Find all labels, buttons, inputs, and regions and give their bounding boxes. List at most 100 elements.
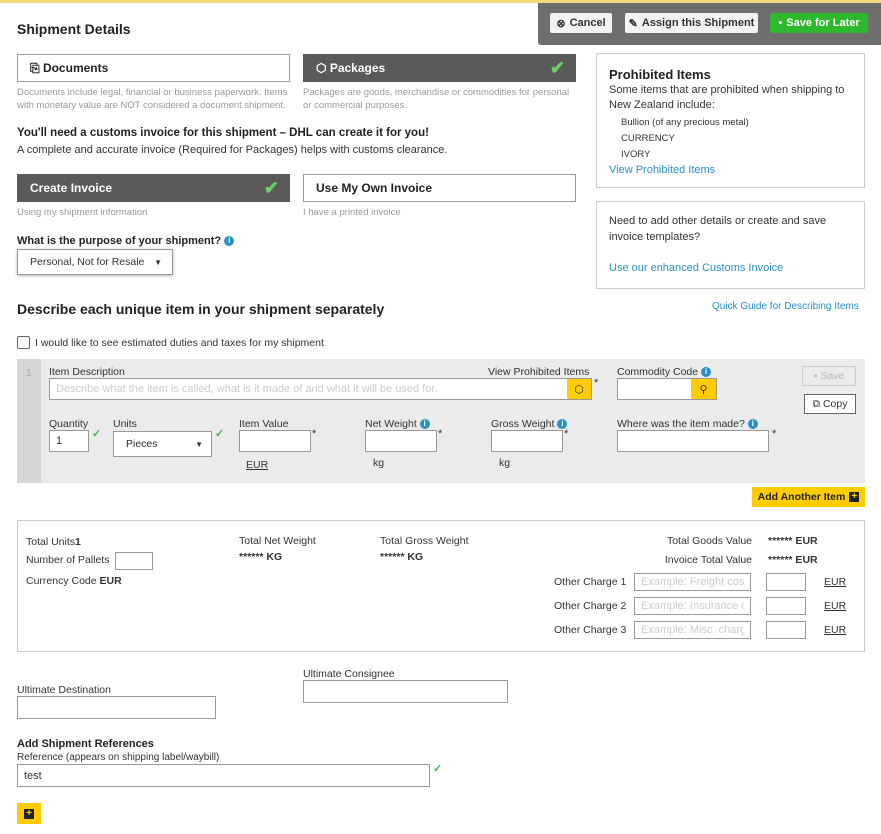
net-weight-label: Net Weight i: [365, 418, 430, 430]
reference-input[interactable]: [17, 764, 430, 787]
view-prohibited-link[interactable]: View Prohibited Items: [488, 366, 589, 378]
gross-weight-input[interactable]: [491, 430, 563, 452]
caret-down-icon: ▼: [154, 257, 162, 267]
other-charge-amount-input[interactable]: [766, 621, 806, 639]
currency-link[interactable]: EUR: [246, 459, 268, 471]
documents-icon: ⎘: [30, 60, 43, 75]
caret-down-icon: ▼: [195, 439, 203, 449]
duties-checkbox[interactable]: [17, 336, 30, 349]
total-gross-value: ****** KG: [380, 551, 424, 563]
purpose-label: What is the purpose of your shipment? i: [17, 235, 235, 247]
save-item-button[interactable]: ▪ Save: [802, 366, 856, 386]
currency-link[interactable]: EUR: [824, 576, 846, 588]
info-icon[interactable]: i: [701, 367, 712, 378]
templates-panel: Need to add other details or create and …: [596, 201, 865, 289]
add-another-item-button[interactable]: Add Another Item +: [752, 487, 865, 507]
net-weight-input[interactable]: [365, 430, 437, 452]
plus-icon: +: [24, 808, 34, 819]
total-units-value: 1: [75, 536, 81, 548]
currency-link[interactable]: EUR: [824, 624, 846, 636]
other-charge-description-input[interactable]: [634, 621, 751, 639]
origin-input[interactable]: [617, 430, 769, 452]
info-icon[interactable]: i: [747, 419, 758, 430]
other-charge-description-input[interactable]: [634, 597, 751, 615]
item-value-label: Item Value: [239, 418, 289, 430]
prohibited-title: Prohibited Items: [609, 67, 711, 82]
items-heading: Describe each unique item in your shipme…: [17, 301, 385, 317]
units-select[interactable]: Pieces ▼: [113, 431, 212, 457]
create-invoice-note: Using my shipment information: [17, 207, 148, 218]
copy-item-button[interactable]: ⧉ Copy: [804, 394, 856, 414]
gross-weight-label: Gross Weight i: [491, 418, 568, 430]
save-icon: ▪: [778, 17, 783, 29]
invoice-total-label: Invoice Total Value: [664, 554, 752, 566]
edit-icon: ✎: [628, 17, 638, 30]
item-description-input[interactable]: [49, 378, 592, 400]
own-invoice-option[interactable]: Use My Own Invoice: [303, 174, 576, 202]
invoice-total-value: ****** EUR: [768, 554, 818, 566]
purpose-select[interactable]: Personal, Not for Resale ▼: [17, 249, 173, 275]
duties-label: I would like to see estimated duties and…: [35, 337, 324, 349]
packages-option[interactable]: ⬡ Packages ✔: [303, 54, 576, 82]
invoice-heading: You'll need a customs invoice for this s…: [17, 127, 429, 139]
documents-note: Documents include legal, financial or bu…: [17, 87, 288, 111]
create-invoice-option[interactable]: Create Invoice ✔: [17, 174, 290, 202]
action-bar: ⊗ Cancel ✎ Assign this Shipment ▪ Save for …: [538, 3, 881, 45]
quantity-input[interactable]: [49, 430, 89, 452]
check-icon: ✔: [263, 178, 279, 198]
pallets-input[interactable]: [115, 552, 153, 570]
search-icon[interactable]: ⚲: [691, 379, 716, 399]
invoice-subheading: A complete and accurate invoice (Require…: [17, 144, 448, 156]
item-number: 1: [26, 368, 32, 379]
other-charge-label: Other Charge 3: [554, 624, 627, 636]
total-net-value: ****** KG: [239, 551, 283, 563]
package-icon[interactable]: ⬡: [567, 379, 591, 399]
info-icon[interactable]: i: [419, 419, 430, 430]
prohibited-item: Bullion (of any precious metal): [621, 116, 749, 128]
item-row: 1 Item Description View Prohibited Items…: [17, 359, 865, 483]
other-charge-label: Other Charge 1: [554, 576, 627, 588]
total-units-label: Total Units: [26, 536, 76, 548]
other-charge-label: Other Charge 2: [554, 600, 627, 612]
currency-link[interactable]: EUR: [824, 600, 846, 612]
consignee-input[interactable]: [303, 680, 508, 703]
item-description-label: Item Description: [49, 366, 125, 378]
cancel-button[interactable]: ⊗ Cancel: [550, 13, 612, 33]
references-heading: Add Shipment References: [17, 738, 154, 750]
destination-label: Ultimate Destination: [17, 684, 111, 696]
enhanced-invoice-link[interactable]: Use our enhanced Customs Invoice: [609, 260, 852, 276]
info-icon[interactable]: i: [224, 236, 235, 247]
goods-value: ****** EUR: [768, 535, 818, 547]
save-icon: ▪: [813, 370, 821, 382]
cancel-icon: ⊗: [556, 17, 566, 30]
currency-code-value: EUR: [99, 575, 122, 587]
templates-text: Need to add other details or create and …: [609, 215, 827, 243]
view-prohibited-link[interactable]: View Prohibited Items: [609, 163, 852, 179]
assign-shipment-button[interactable]: ✎ Assign this Shipment: [625, 13, 758, 33]
commodity-code-label: Commodity Code i: [617, 366, 712, 378]
other-charge-amount-input[interactable]: [766, 573, 806, 591]
own-invoice-note: I have a printed invoice: [303, 207, 401, 218]
check-icon: ✔: [549, 58, 565, 78]
other-charge-amount-input[interactable]: [766, 597, 806, 615]
totals-panel: Total Units1 Number of Pallets Currency …: [17, 520, 865, 652]
add-reference-button[interactable]: +: [17, 803, 41, 824]
other-charge-description-input[interactable]: [634, 573, 751, 591]
quick-guide-link[interactable]: Quick Guide for Describing Items: [712, 301, 859, 312]
prohibited-item: CURRENCY: [621, 132, 675, 144]
destination-input[interactable]: [17, 696, 216, 719]
goods-value-label: Total Goods Value: [666, 535, 752, 547]
prohibited-item: IVORY: [621, 148, 651, 160]
plus-icon: +: [849, 492, 860, 502]
currency-code-label: Currency Code: [26, 575, 97, 587]
copy-icon: ⧉: [812, 397, 823, 410]
check-icon: ✓: [215, 428, 225, 440]
consignee-label: Ultimate Consignee: [303, 668, 395, 680]
save-for-later-button[interactable]: ▪ Save for Later: [770, 13, 868, 33]
documents-option[interactable]: ⎘ Documents: [17, 54, 290, 82]
packages-note: Packages are goods, merchandise or commo…: [303, 87, 570, 111]
prohibited-text: Some items that are prohibited when ship…: [609, 83, 845, 112]
reference-label: Reference (appears on shipping label/way…: [17, 752, 220, 763]
total-gross-label: Total Gross Weight: [380, 535, 469, 547]
item-value-input[interactable]: [239, 430, 311, 452]
